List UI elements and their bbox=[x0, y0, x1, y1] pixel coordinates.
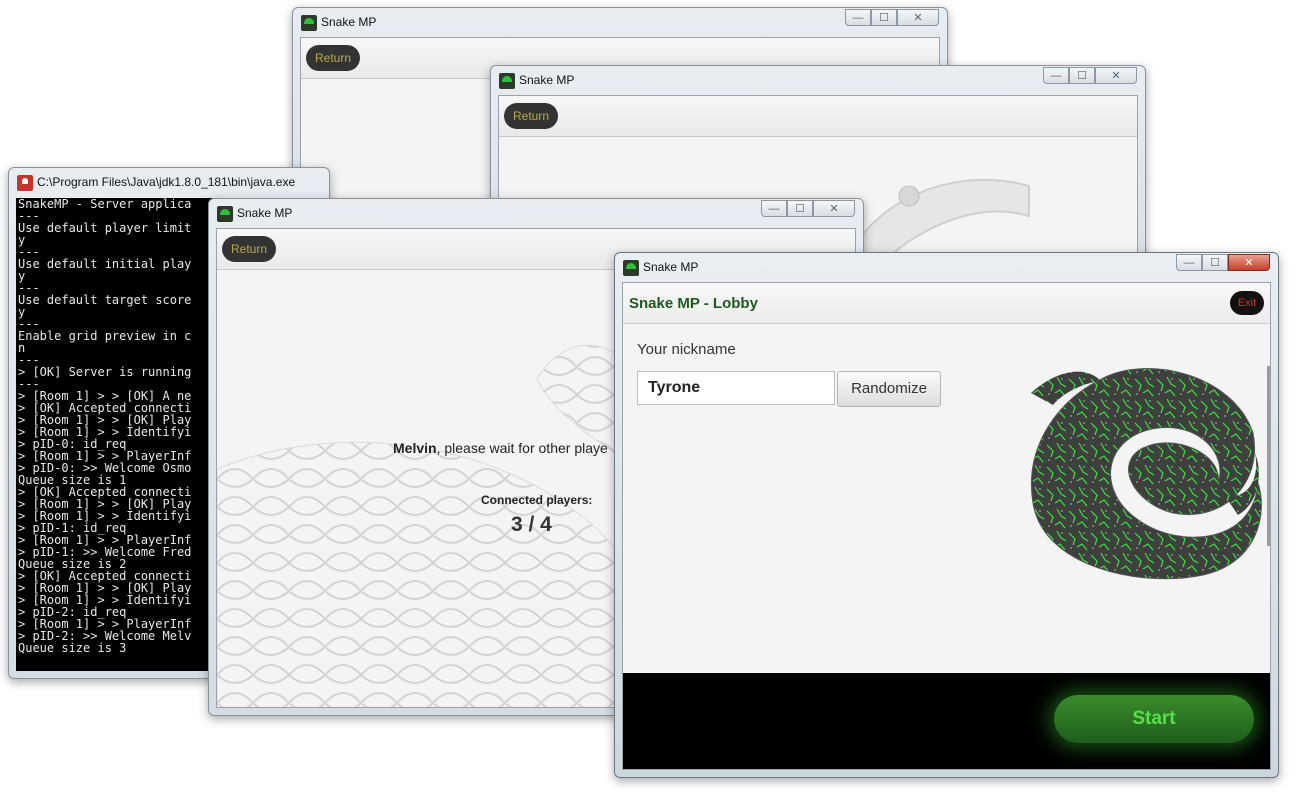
exit-button[interactable]: Exit bbox=[1230, 291, 1264, 315]
snake-app-icon bbox=[499, 73, 515, 89]
wait-text: , please wait for other playe bbox=[436, 440, 608, 456]
connected-players-label: Connected players: bbox=[481, 493, 593, 507]
window-content: Snake MP - Lobby Exit Your nickname Tyro… bbox=[622, 282, 1271, 770]
lobby-title: Snake MP - Lobby bbox=[629, 295, 758, 312]
title-bar[interactable]: Snake MP — ☐ ✕ bbox=[293, 8, 947, 36]
start-button[interactable]: Start bbox=[1054, 695, 1254, 743]
lobby-header: Snake MP - Lobby Exit bbox=[623, 283, 1270, 324]
wait-message: Melvin, please wait for other playe bbox=[393, 440, 608, 456]
snake-app-icon bbox=[217, 206, 233, 222]
maximize-button[interactable]: ☐ bbox=[1069, 67, 1095, 84]
snake-logo-icon bbox=[1031, 368, 1262, 580]
close-button[interactable]: ✕ bbox=[813, 200, 855, 217]
maximize-button[interactable]: ☐ bbox=[1202, 254, 1228, 271]
toolbar: Return bbox=[499, 96, 1137, 137]
snake-app-icon bbox=[623, 260, 639, 276]
snake-lobby-window: Snake MP — ☐ ✕ Snake MP - Lobby Exit You… bbox=[614, 252, 1279, 778]
maximize-button[interactable]: ☐ bbox=[871, 9, 897, 26]
return-button[interactable]: Return bbox=[504, 103, 559, 129]
snake-app-icon bbox=[301, 15, 317, 31]
title-bar[interactable]: Snake MP — ☐ ✕ bbox=[491, 66, 1145, 94]
minimize-button[interactable]: — bbox=[1176, 254, 1202, 271]
close-button[interactable]: ✕ bbox=[1228, 254, 1270, 271]
title-bar[interactable]: C:\Program Files\Java\jdk1.8.0_181\bin\j… bbox=[9, 168, 329, 196]
title-bar[interactable]: Snake MP — ☐ ✕ bbox=[209, 199, 863, 227]
java-icon bbox=[17, 175, 33, 191]
close-button[interactable]: ✕ bbox=[897, 9, 939, 26]
window-title: Snake MP bbox=[519, 73, 575, 87]
minimize-button[interactable]: — bbox=[845, 9, 871, 26]
randomize-button[interactable]: Randomize bbox=[837, 371, 941, 407]
window-title: Snake MP bbox=[237, 206, 293, 220]
close-button[interactable]: ✕ bbox=[1095, 67, 1137, 84]
connected-players-count: 3 / 4 bbox=[511, 513, 552, 536]
minimize-button[interactable]: — bbox=[1043, 67, 1069, 84]
scrollbar[interactable] bbox=[1267, 366, 1270, 546]
minimize-button[interactable]: — bbox=[761, 200, 787, 217]
nickname-input[interactable]: Tyrone bbox=[637, 371, 835, 405]
lobby-footer: Start bbox=[623, 673, 1270, 769]
player-name: Melvin bbox=[393, 440, 437, 456]
window-title: C:\Program Files\Java\jdk1.8.0_181\bin\j… bbox=[37, 175, 296, 189]
return-button[interactable]: Return bbox=[306, 45, 361, 71]
snake-scale-background bbox=[847, 178, 1030, 266]
window-title: Snake MP bbox=[643, 260, 699, 274]
title-bar[interactable]: Snake MP — ☐ ✕ bbox=[615, 253, 1278, 281]
return-button[interactable]: Return bbox=[222, 236, 277, 262]
window-title: Snake MP bbox=[321, 15, 377, 29]
nickname-label: Your nickname bbox=[637, 341, 736, 358]
maximize-button[interactable]: ☐ bbox=[787, 200, 813, 217]
